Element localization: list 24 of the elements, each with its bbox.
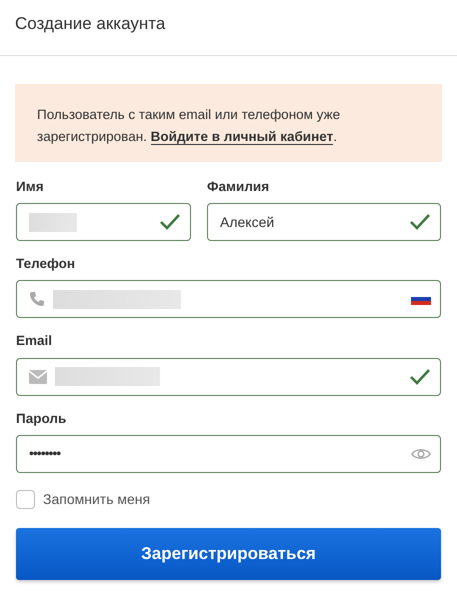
input-field[interactable] <box>16 280 441 318</box>
password-value[interactable]: •••••••• <box>29 443 403 464</box>
show-password-icon[interactable] <box>411 446 431 461</box>
field-value[interactable]: Алексей <box>220 212 401 233</box>
field-label: Email <box>16 333 52 350</box>
field-label: Фамилия <box>207 179 270 196</box>
check-icon <box>159 213 181 232</box>
check-icon <box>409 368 431 386</box>
input-field[interactable]: Алексей <box>207 203 441 242</box>
remember-label[interactable]: Запомнить меня <box>43 488 150 510</box>
input-field[interactable] <box>16 203 191 242</box>
field-label: Имя <box>16 179 44 196</box>
register-button[interactable]: Зарегистрироваться <box>16 528 441 580</box>
page-title: Создание аккаунта <box>15 14 166 33</box>
input-field[interactable]: •••••••• <box>16 434 441 473</box>
field-label: Пароль <box>16 410 66 427</box>
field-label: Телефон <box>16 256 76 272</box>
login-link[interactable]: Войдите в личный кабинет <box>150 129 334 145</box>
phone-icon <box>29 291 45 308</box>
error-message: Пользователь с таким email или телефоном уже зарегистрирован. Войдите в личный кабинет. <box>15 84 442 162</box>
envelope-icon <box>29 370 47 384</box>
check-icon <box>409 213 431 232</box>
input-field[interactable] <box>16 358 441 396</box>
remember-checkbox[interactable] <box>16 490 35 509</box>
